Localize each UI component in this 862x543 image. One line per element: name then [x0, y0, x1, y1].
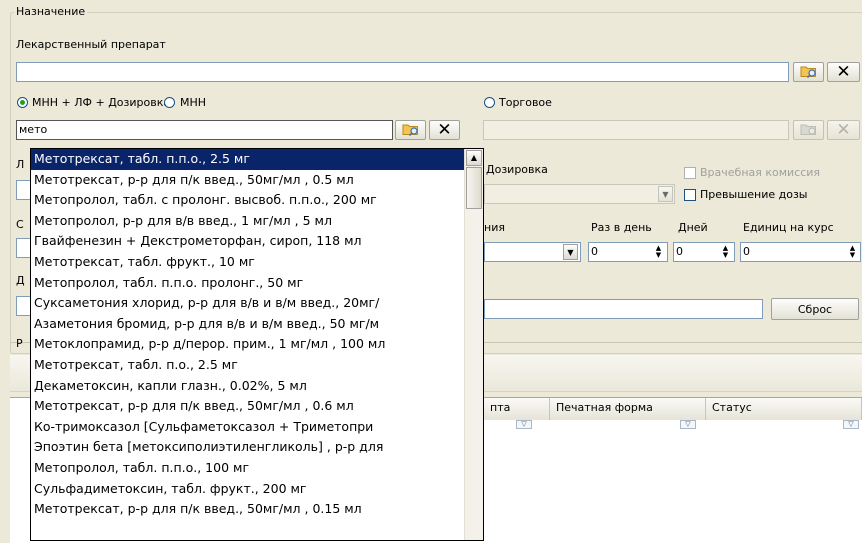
comment-input[interactable]	[484, 299, 763, 319]
close-x-icon: ✕	[437, 120, 452, 140]
autocomplete-list: Метотрексат, табл. п.п.о., 2.5 мг Метотре…	[31, 149, 483, 520]
autocomplete-item[interactable]: Эпоэтин бета [метоксиполиэтиленгликоль] …	[31, 437, 464, 458]
close-x-icon: ✕	[836, 120, 851, 140]
col-header-partial[interactable]: пта	[484, 398, 550, 420]
col-header-partial-label: пта	[490, 401, 511, 414]
lower-panel-title: Р	[16, 337, 23, 350]
autocomplete-dropdown[interactable]: Метотрексат, табл. п.п.о., 2.5 мг Метотре…	[30, 148, 484, 541]
col-header-print-form[interactable]: Печатная форма	[550, 398, 706, 420]
radio-trade[interactable]	[484, 97, 495, 108]
units-spinner[interactable]: ▲ ▼	[845, 243, 860, 261]
dosage-dropdown-arrow[interactable]: ▼	[658, 186, 673, 202]
commission-label[interactable]: Врачебная комиссия	[700, 166, 820, 179]
intake-label: ния	[484, 221, 505, 234]
autocomplete-item[interactable]: Метотрексат, табл. п.п.о., 2.5 мг	[31, 149, 464, 170]
spin-down-icon: ▼	[655, 251, 662, 259]
radio-inn-form-dosage-label[interactable]: МНН + ЛФ + Дозировка	[32, 96, 170, 109]
reset-button[interactable]: Сброс	[771, 298, 859, 320]
per-day-spinner[interactable]: ▲ ▼	[651, 243, 666, 261]
col-header-print-form-label: Печатная форма	[556, 401, 653, 414]
close-x-icon: ✕	[836, 62, 851, 82]
folder-search-icon	[800, 122, 818, 139]
autocomplete-item[interactable]: Метотрексат, табл. фрукт., 10 мг	[31, 252, 464, 273]
hidden-label-1: Л	[16, 158, 25, 171]
autocomplete-item[interactable]: Метотрексат, табл. п.о., 2.5 мг	[31, 355, 464, 376]
trade-clear-button[interactable]: ✕	[827, 120, 860, 140]
inn-clear-button[interactable]: ✕	[429, 120, 460, 140]
inn-lookup-button[interactable]	[395, 120, 426, 140]
drug-clear-button[interactable]: ✕	[827, 62, 860, 82]
radio-trade-label[interactable]: Торговое	[499, 96, 552, 109]
dosage-select[interactable]	[484, 184, 675, 204]
spin-down-icon: ▼	[722, 251, 729, 259]
autocomplete-item[interactable]: Метоклопрамид, р-р д/перор. прим., 1 мг/…	[31, 334, 464, 355]
chevron-down-icon: ▼	[567, 247, 574, 257]
commission-checkbox[interactable]	[684, 167, 696, 179]
radio-inn-form-dosage[interactable]	[17, 97, 28, 108]
autocomplete-item[interactable]: Ко-тримоксазол [Сульфаметоксазол + Триме…	[31, 417, 464, 438]
trade-search-input[interactable]	[483, 120, 789, 140]
autocomplete-item[interactable]: Гвайфенезин + Декстрометорфан, сироп, 11…	[31, 231, 464, 252]
autocomplete-item[interactable]: Метопролол, табл. с пролонг. высвоб. п.п…	[31, 190, 464, 211]
autocomplete-item[interactable]: Метопролол, табл. п.п.о. пролонг., 50 мг	[31, 273, 464, 294]
dropdown-scrollbar[interactable]: ▲	[464, 149, 483, 540]
col-filter-dropdown[interactable]: ▽	[516, 420, 532, 429]
col-filter-dropdown[interactable]: ▽	[680, 420, 696, 429]
dose-excess-label[interactable]: Превышение дозы	[700, 188, 808, 201]
autocomplete-item[interactable]: Метопролол, р-р для в/в введ., 1 мг/мл ,…	[31, 211, 464, 232]
dosage-label: Дозировка	[486, 163, 548, 176]
days-label: Дней	[678, 221, 708, 234]
autocomplete-item[interactable]: Сульфадиметоксин, табл. фрукт., 200 мг	[31, 479, 464, 500]
scroll-up-button[interactable]: ▲	[466, 150, 482, 166]
chevron-down-icon: ▽	[685, 420, 691, 428]
per-day-label: Раз в день	[591, 221, 652, 234]
chevron-down-icon: ▼	[662, 189, 669, 199]
drug-input[interactable]	[16, 62, 789, 82]
group-title: Назначение	[14, 5, 88, 18]
trade-lookup-button[interactable]	[793, 120, 824, 140]
drug-lookup-button[interactable]	[793, 62, 824, 82]
radio-inn[interactable]	[164, 97, 175, 108]
units-per-course-input[interactable]: 0	[740, 242, 861, 262]
autocomplete-item[interactable]: Метотрексат, р-р для п/к введ., 50мг/мл …	[31, 396, 464, 417]
autocomplete-item[interactable]: Метотрексат, р-р для п/к введ., 50мг/мл …	[31, 499, 464, 520]
intake-dropdown-arrow[interactable]: ▼	[563, 244, 578, 260]
days-spinner[interactable]: ▲ ▼	[718, 243, 733, 261]
col-header-status-label: Статус	[712, 401, 752, 414]
col-header-status[interactable]: Статус	[706, 398, 862, 420]
hidden-label-3: Д	[16, 274, 25, 287]
spin-down-icon: ▼	[849, 251, 856, 259]
dose-excess-checkbox[interactable]	[684, 189, 696, 201]
autocomplete-item[interactable]: Декаметоксин, капли глазн., 0.02%, 5 мл	[31, 376, 464, 397]
chevron-down-icon: ▽	[521, 420, 527, 428]
folder-search-icon	[402, 122, 420, 139]
arrow-up-icon: ▲	[470, 153, 478, 162]
autocomplete-item[interactable]: Метопролол, табл. п.п.о., 100 мг	[31, 458, 464, 479]
autocomplete-item[interactable]: Азаметония бромид, р-р для в/в и в/м вве…	[31, 314, 464, 335]
scroll-thumb[interactable]	[466, 167, 482, 209]
chevron-down-icon: ▽	[848, 420, 854, 428]
folder-search-icon	[800, 64, 818, 81]
autocomplete-item[interactable]: Метотрексат, р-р для п/к введ., 50мг/мл …	[31, 170, 464, 191]
autocomplete-item[interactable]: Суксаметония хлорид, р-р для в/в и в/м в…	[31, 293, 464, 314]
drug-label: Лекарственный препарат	[16, 38, 166, 51]
hidden-label-2: С	[16, 218, 24, 231]
inn-search-input[interactable]: мето	[16, 120, 393, 140]
units-per-course-label: Единиц на курс	[743, 221, 834, 234]
radio-inn-label[interactable]: МНН	[180, 96, 206, 109]
col-filter-dropdown[interactable]: ▽	[843, 420, 859, 429]
